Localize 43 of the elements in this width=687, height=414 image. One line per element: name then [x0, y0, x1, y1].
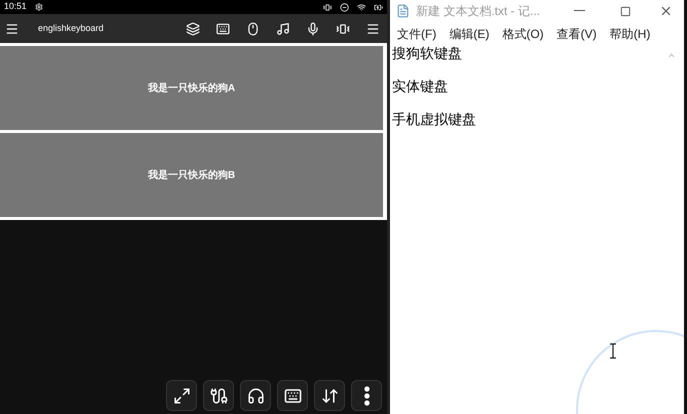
swap-button[interactable]	[314, 380, 345, 411]
battery-icon	[374, 2, 383, 12]
cable-button[interactable]	[203, 380, 234, 411]
keyboard-icon	[216, 22, 230, 36]
keyboard-button[interactable]	[277, 380, 308, 411]
music-note-icon	[276, 22, 290, 36]
cable-icon	[210, 386, 228, 404]
resize-icon	[172, 386, 190, 404]
notepad-icon	[396, 4, 410, 18]
keyboard-key[interactable]: 我是一只快乐的狗A	[0, 46, 383, 130]
clock-text: 10:51	[4, 0, 27, 14]
text-line: 手机虚拟键盘	[392, 111, 477, 129]
vibrate-icon	[336, 22, 350, 36]
menu-item[interactable]: 帮助(H)	[610, 24, 650, 42]
menu-item[interactable]: 文件(F)	[397, 24, 436, 42]
headphones-button[interactable]	[240, 380, 271, 411]
swap-icon	[320, 386, 338, 404]
menu-icon	[5, 22, 19, 36]
keyboard-icon	[284, 386, 302, 404]
text-cursor-icon	[609, 343, 617, 359]
layers-icon	[186, 22, 200, 36]
keyboard-key[interactable]: 我是一只快乐的狗B	[0, 133, 383, 217]
window-title: 新建 文本文档.txt - 记...	[416, 3, 542, 20]
vibrate-icon	[323, 2, 332, 12]
settings-icon	[34, 3, 43, 11]
maximize-icon	[620, 6, 630, 16]
text-line: 实体键盘	[392, 78, 449, 96]
menu-icon	[366, 22, 380, 36]
more-button[interactable]	[351, 380, 382, 411]
microphone-icon	[306, 22, 320, 36]
text-line: 搜狗软键盘	[392, 45, 463, 63]
mouse-icon	[246, 22, 260, 36]
menu-item[interactable]: 编辑(E)	[449, 24, 490, 42]
more-icon	[364, 386, 370, 406]
menu-item[interactable]: 格式(O)	[502, 24, 544, 42]
keyboard-title: englishkeyboard	[38, 22, 105, 35]
close-icon	[659, 4, 673, 18]
minimize-icon	[574, 10, 584, 12]
do-not-disturb-icon	[340, 2, 349, 12]
headphones-icon	[246, 386, 264, 404]
resize-button[interactable]	[166, 380, 197, 411]
menu-item[interactable]: 查看(V)	[556, 24, 597, 42]
wifi-icon	[357, 2, 366, 12]
